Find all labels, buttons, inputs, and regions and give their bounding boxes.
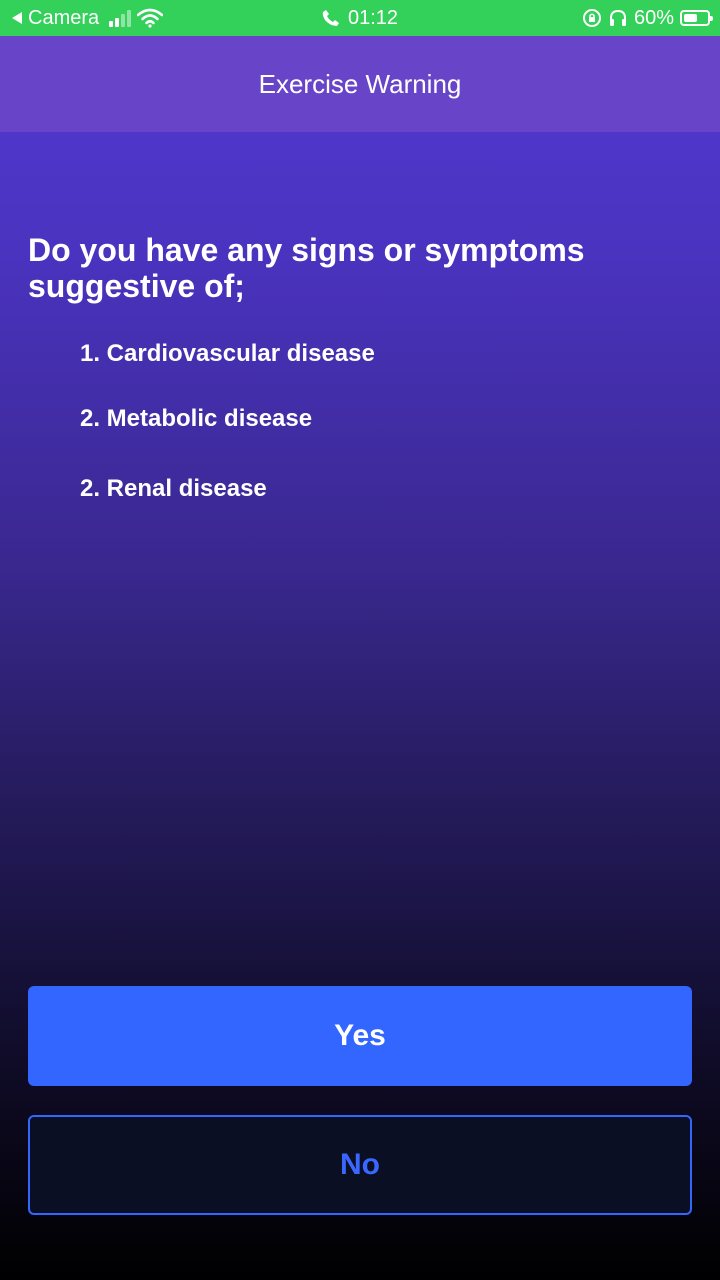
screen: Camera 01:12 60% Exercise Warning Do you… — [0, 0, 720, 1280]
status-bar: Camera 01:12 60% — [0, 0, 720, 36]
status-right: 60% — [582, 0, 713, 36]
condition-item: 2. Metabolic disease — [80, 405, 313, 432]
no-button-label: No — [340, 1148, 380, 1181]
yes-button-label: Yes — [334, 1019, 386, 1052]
orientation-lock-icon — [582, 9, 601, 27]
yes-button[interactable]: Yes — [28, 986, 692, 1086]
phone-call-icon — [322, 10, 339, 26]
battery-icon — [680, 10, 713, 26]
clock: 01:12 — [347, 6, 399, 29]
no-button[interactable]: No — [28, 1115, 692, 1215]
page-title: Exercise Warning — [258, 68, 462, 99]
question-text: Do you have any signs or symptoms sugges… — [28, 232, 585, 304]
condition-item: 1. Cardiovascular disease — [80, 340, 375, 367]
battery-percent: 60% — [633, 6, 674, 29]
condition-item: 2. Renal disease — [80, 475, 267, 502]
headphones-icon — [609, 9, 626, 26]
app-header: Exercise Warning — [0, 36, 720, 132]
battery-fill — [684, 14, 697, 22]
